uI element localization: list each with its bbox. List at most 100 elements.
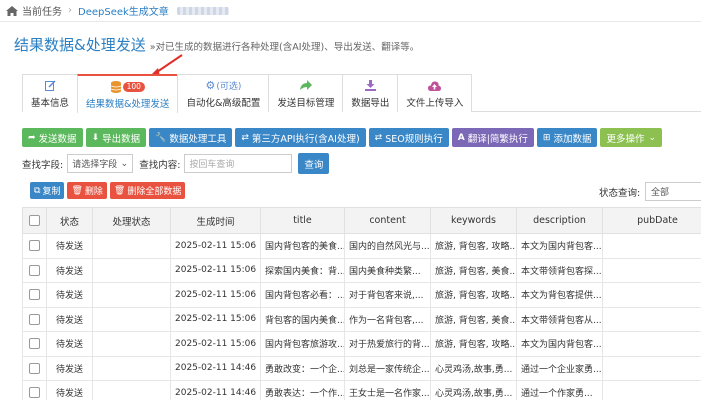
table-cell: 本文为国内背包客... (516, 331, 603, 357)
table-row[interactable]: 待发送 2025-02-11 15:06 国内背包客必看：... 对于背包客来说,..… (22, 282, 701, 308)
seo-rules-button[interactable]: ⇄ SEO规则执行 (368, 128, 449, 147)
tab-bar: 基本信息 100 结果数据&处理发送 ⚙ (可选) 自动化&高级配置 发送目标管理… (22, 74, 701, 113)
page-title: 结果数据&处理发送 (14, 36, 146, 54)
content-label: 查找内容: (139, 159, 181, 171)
table-header-row: 状态 处理状态 生成时间 title content keywords desc… (22, 207, 701, 234)
gears-icon: ⚙ (205, 79, 216, 92)
button-label: 更多操作 (606, 133, 645, 145)
column-header[interactable]: 处理状态 (92, 207, 171, 234)
home-icon[interactable] (6, 5, 18, 16)
button-label: 导出数据 (102, 133, 141, 145)
column-header[interactable]: 状态 (46, 207, 93, 234)
table-cell: 心灵鸡汤,故事,勇... (430, 380, 517, 400)
table-row[interactable]: 待发送 2025-02-11 15:06 国内背包客的美食... 国内的自然风光与..… (22, 233, 701, 259)
table-row[interactable]: 待发送 2025-02-11 15:06 背包客的国内美食... 作为一名背包客,..… (22, 306, 701, 332)
share-icon (299, 80, 312, 90)
table-cell: 心灵鸡汤,故事,勇... (430, 355, 517, 381)
tab-file-upload[interactable]: 文件上传导入 (397, 74, 473, 112)
breadcrumb-separator-icon: › (68, 5, 72, 16)
column-header[interactable]: title (260, 207, 345, 234)
table-cell: 待发送 (46, 355, 93, 381)
data-table: 状态 处理状态 生成时间 title content keywords desc… (22, 207, 701, 400)
status-query-select[interactable]: 全部 (645, 182, 701, 201)
row-checkbox[interactable] (22, 380, 47, 400)
field-select[interactable]: 请选择字段 ⌄ (67, 154, 134, 173)
tab-automation[interactable]: ⚙ (可选) 自动化&高级配置 (177, 74, 270, 112)
breadcrumb-home[interactable]: 当前任务 (22, 3, 62, 18)
tab-result-data[interactable]: 100 结果数据&处理发送 (77, 74, 179, 113)
column-header[interactable]: pubDate (602, 207, 701, 234)
table-cell (602, 306, 701, 332)
field-select-value: 请选择字段 (72, 160, 118, 170)
row-checkbox[interactable] (22, 257, 47, 283)
field-label: 查找字段: (22, 159, 64, 171)
button-label: 复制 (42, 187, 61, 197)
toolbar: ➦ 发送数据 ⬇ 导出数据 🔧 数据处理工具 ⇄ 第三方API执行(含AI处理) ⇄ SE… (22, 128, 663, 147)
tab-extra: (可选) (216, 82, 242, 92)
table-cell (92, 306, 171, 332)
add-data-button[interactable]: ⊞ 添加数据 (536, 128, 598, 147)
send-data-button[interactable]: ➦ 发送数据 (22, 128, 83, 147)
tab-basic-info[interactable]: 基本信息 (22, 74, 79, 112)
third-party-api-button[interactable]: ⇄ 第三方API执行(含AI处理) (235, 128, 366, 147)
table-cell: 本文为背包客提供... (516, 282, 603, 308)
content-input[interactable]: 按回车查询 (184, 154, 293, 173)
wrench-icon: 🔧 (155, 132, 167, 143)
table-cell: 作为一名背包客,... (344, 306, 431, 332)
translate-button[interactable]: A 翻译|简繁执行 (451, 128, 534, 147)
table-cell: 刘总是一家传统企... (344, 355, 431, 381)
table-row[interactable]: 待发送 2025-02-11 14:46 勇敢表达：一个作... 王女士是一名作家..… (22, 380, 701, 400)
download-icon (364, 80, 376, 91)
data-tools-button[interactable]: 🔧 数据处理工具 (149, 128, 233, 147)
breadcrumb: 当前任务 › DeepSeek生成文章 (0, 0, 701, 22)
row-actions: ⧉ 复制 🗑 删除 🗑 删除全部数据 (30, 182, 186, 199)
delete-all-button[interactable]: 🗑 删除全部数据 (109, 182, 186, 199)
plus-icon: ⊞ (542, 132, 551, 143)
table-cell (92, 282, 171, 308)
row-checkbox[interactable] (22, 331, 47, 357)
chevron-down-icon: ⌄ (120, 158, 129, 169)
table-row[interactable]: 待发送 2025-02-11 15:06 国内背包客旅游攻... 对于热爱旅行的背..… (22, 331, 701, 357)
exchange-icon: ⇄ (374, 132, 383, 143)
select-all-checkbox[interactable] (22, 207, 47, 234)
table-cell (602, 233, 701, 259)
table-cell: 勇敢表达：一个作... (260, 380, 345, 400)
tab-data-export[interactable]: 数据导出 (342, 74, 399, 112)
row-checkbox[interactable] (22, 355, 47, 381)
copy-button[interactable]: ⧉ 复制 (30, 182, 65, 199)
send-icon: ➦ (28, 132, 36, 143)
page-title-row: 结果数据&处理发送 »对已生成的数据进行各种处理(含AI处理)、导出发送、翻译等… (14, 34, 419, 55)
edit-icon (44, 80, 56, 91)
status-query-label: 状态查询: (599, 188, 641, 199)
tab-label: 自动化&高级配置 (186, 97, 261, 109)
export-data-button[interactable]: ⬇ 导出数据 (85, 128, 147, 147)
redacted-text (176, 6, 229, 15)
query-button[interactable]: 查询 (298, 153, 330, 174)
column-header[interactable]: 生成时间 (170, 207, 261, 234)
row-checkbox[interactable] (22, 233, 47, 259)
table-cell: 旅游, 背包客, 美食... (430, 257, 517, 283)
more-actions-button[interactable]: 更多操作 ⌄ (600, 128, 663, 147)
button-label: 发送数据 (38, 133, 77, 145)
row-checkbox[interactable] (22, 282, 47, 308)
table-row[interactable]: 待发送 2025-02-11 14:46 勇敢改变：一个企... 刘总是一家传统企..… (22, 355, 701, 381)
table-cell: 2025-02-11 14:46 (170, 380, 261, 400)
button-label: 添加数据 (553, 133, 592, 145)
tab-send-targets[interactable]: 发送目标管理 (268, 74, 344, 112)
table-cell: 通过一个作家勇... (516, 380, 603, 400)
table-row[interactable]: 待发送 2025-02-11 15:06 探索国内美食：背... 国内美食种类繁...… (22, 257, 701, 283)
breadcrumb-current[interactable]: DeepSeek生成文章 (78, 3, 169, 18)
table-cell (602, 282, 701, 308)
column-header[interactable]: keywords (430, 207, 517, 234)
table-cell (602, 331, 701, 357)
table-cell: 国内背包客旅游攻... (260, 331, 345, 357)
count-badge: 100 (122, 81, 145, 92)
delete-button[interactable]: 🗑 删除 (67, 182, 107, 199)
row-checkbox[interactable] (22, 306, 47, 332)
table-cell: 旅游, 背包客, 美食... (430, 306, 517, 332)
column-header[interactable]: content (344, 207, 431, 234)
table-cell: 待发送 (46, 380, 93, 400)
table-cell: 国内美食种类繁... (344, 257, 431, 283)
column-header[interactable]: description (516, 207, 603, 234)
table-cell: 2025-02-11 15:06 (170, 306, 261, 332)
